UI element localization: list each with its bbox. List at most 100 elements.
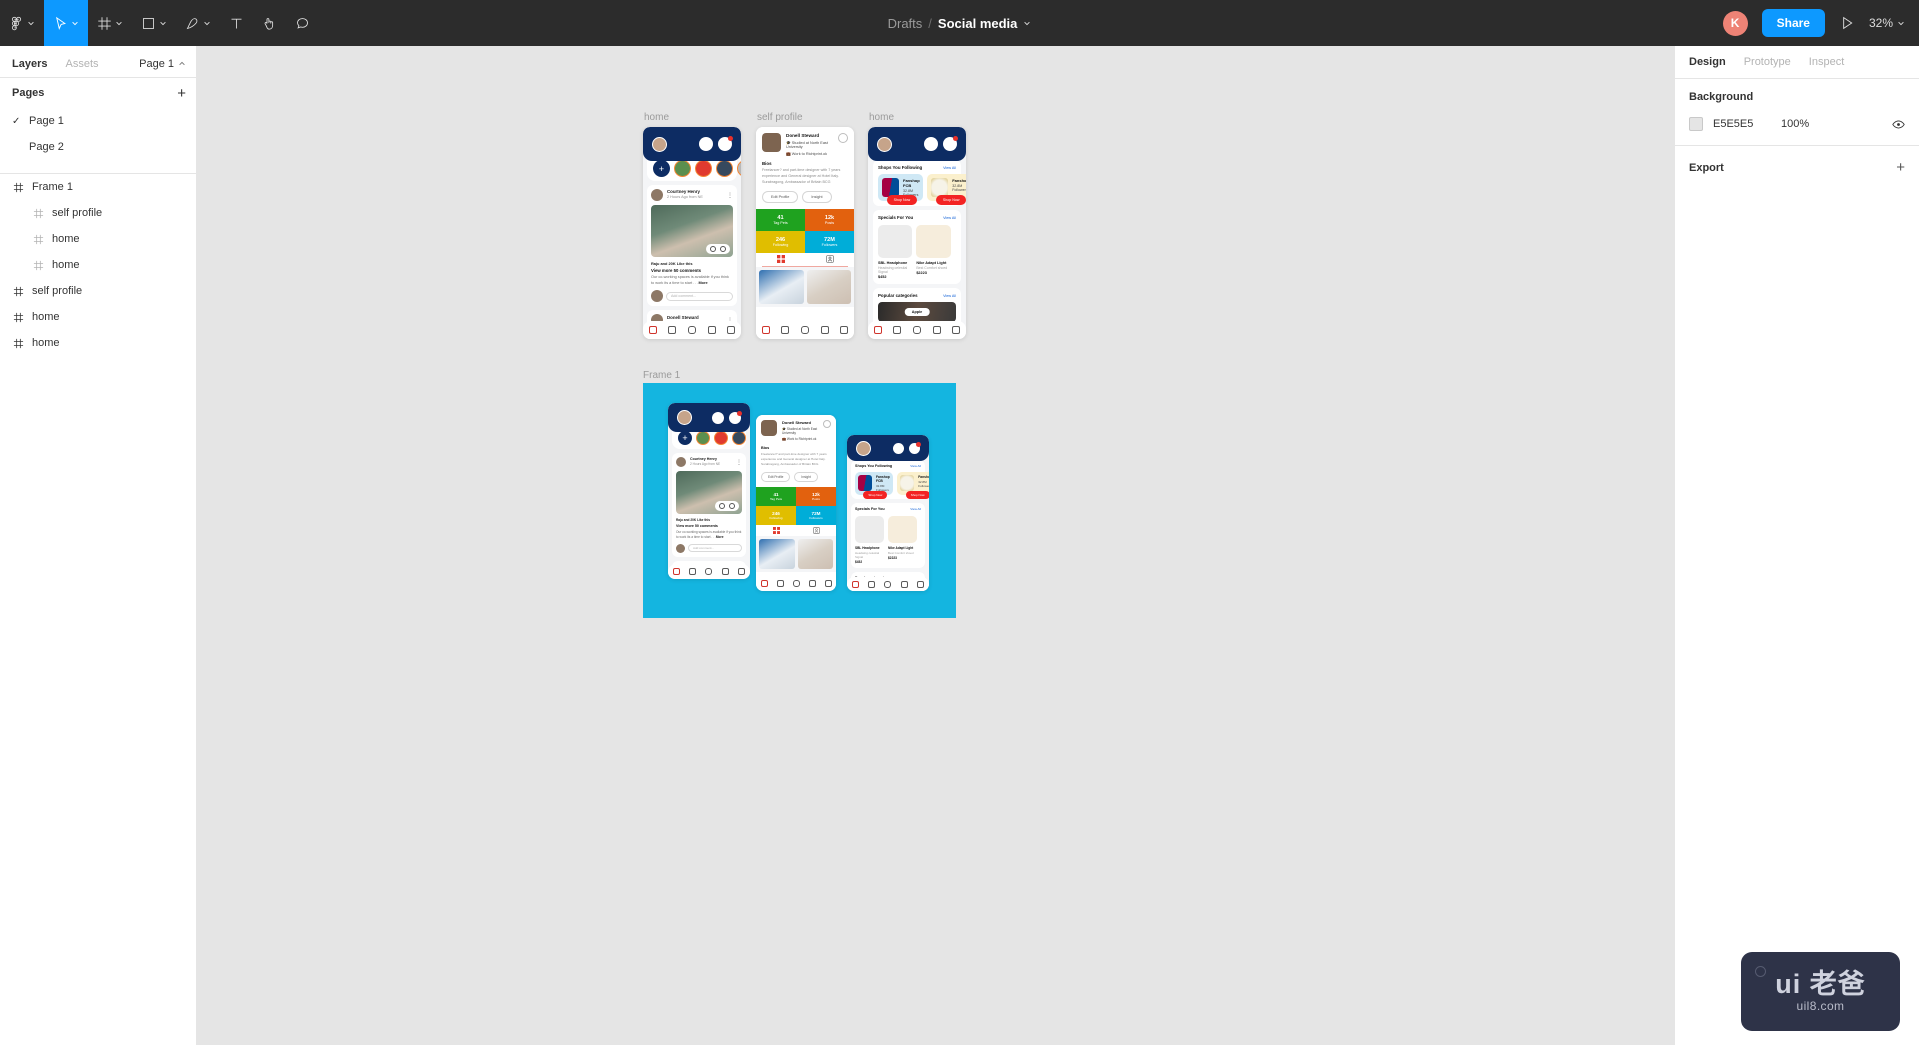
search-icon[interactable] (699, 137, 713, 151)
bell-icon[interactable] (909, 441, 921, 454)
gear-icon[interactable] (838, 133, 848, 143)
product-card-shoe[interactable]: Nike Adapt Light Best Comfort shoed $222… (916, 225, 951, 279)
video-icon[interactable] (781, 326, 790, 334)
shop-now-button[interactable]: Shop Now (905, 491, 929, 499)
user-avatar[interactable] (856, 440, 871, 456)
story-item[interactable] (695, 160, 712, 177)
pen-tool-button[interactable] (176, 0, 220, 46)
tab-grid[interactable] (756, 255, 805, 264)
grid-photo[interactable] (806, 269, 851, 304)
insight-button[interactable]: Insight (794, 471, 818, 482)
plus-icon[interactable] (792, 580, 800, 587)
gear-icon[interactable] (823, 420, 831, 428)
plus-icon[interactable] (687, 326, 696, 334)
grid-photo[interactable] (759, 269, 804, 304)
frame-label-home-2[interactable]: home (869, 112, 894, 123)
video-icon[interactable] (689, 568, 697, 575)
edit-profile-button[interactable]: Edit Profile (762, 190, 799, 203)
home-icon[interactable] (851, 580, 859, 588)
more-options-icon[interactable]: ⋮ (736, 459, 742, 466)
stat-tag-pets[interactable]: 41 Tag Pets (756, 208, 805, 231)
category-banner[interactable]: Apple (878, 302, 956, 322)
bell-icon[interactable] (943, 136, 958, 151)
stat-following[interactable]: 246 Following (756, 230, 805, 253)
message-icon[interactable] (900, 580, 908, 588)
plus-icon[interactable] (912, 326, 921, 334)
home-icon[interactable] (873, 326, 882, 334)
hand-tool-button[interactable] (253, 0, 286, 46)
bag-icon[interactable] (738, 568, 746, 575)
user-avatar[interactable] (652, 136, 667, 152)
stat-posts[interactable]: 12k Posts (805, 208, 854, 231)
shop-now-button[interactable]: Shop Now (886, 195, 918, 205)
video-icon[interactable] (893, 326, 902, 334)
post-caption-more[interactable]: More (716, 535, 724, 539)
message-icon[interactable] (721, 568, 729, 575)
bottom-tabbar[interactable] (668, 564, 750, 579)
plus-icon[interactable] (884, 580, 892, 588)
story-item[interactable] (674, 160, 691, 177)
stat-posts[interactable]: 12k Posts (796, 486, 836, 506)
post-reactions[interactable] (706, 244, 730, 254)
shop-card-fcb[interactable]: Fanshop FCB 32.8M Followers Shop Now (855, 472, 894, 499)
add-comment-row[interactable]: Add comment... (651, 290, 733, 303)
breadcrumb-drafts[interactable]: Drafts (888, 16, 923, 31)
chevron-down-icon[interactable] (1023, 19, 1031, 27)
artboard-home-shop[interactable]: Shops You Following View All Fanshop FCB… (868, 127, 966, 339)
layer-row-self-profile-root[interactable]: self profile (0, 278, 196, 304)
shop-card-fcb[interactable]: Fanshop FCB 32.8M Followers Shop Now (878, 174, 924, 205)
tab-layers[interactable]: Layers (12, 58, 47, 70)
artboard-self-profile[interactable]: Donell Steward 🎓 Studied at North East U… (756, 127, 854, 339)
post-comments-link[interactable]: View more 50 comments (651, 268, 733, 273)
tab-assets[interactable]: Assets (65, 58, 98, 70)
artboard-frame-1[interactable]: + Courtney Henry 2 Hours Ago from NE ⋮ R… (643, 383, 956, 618)
add-comment-row[interactable]: Add comment... (676, 543, 742, 553)
main-menu-button[interactable] (0, 0, 44, 46)
play-triangle-icon[interactable] (1839, 15, 1855, 31)
zoom-control[interactable]: 32% (1869, 16, 1905, 30)
message-icon[interactable] (820, 326, 829, 334)
shop-now-button[interactable]: Shop Now (863, 491, 888, 499)
background-opacity-value[interactable]: 100% (1781, 118, 1882, 130)
stat-followers[interactable]: 72M Followers (805, 230, 854, 253)
category-pill[interactable]: Apple (904, 308, 930, 316)
page-item-2[interactable]: Page 2 (0, 134, 196, 160)
view-all-link[interactable]: View All (910, 507, 921, 511)
post-caption-more[interactable]: More (698, 281, 707, 285)
user-avatar[interactable] (677, 410, 692, 425)
add-story-button[interactable]: + (653, 160, 670, 177)
add-story-button[interactable]: + (678, 431, 692, 445)
bag-icon[interactable] (840, 326, 849, 334)
tab-tagged[interactable] (805, 255, 854, 263)
plus-icon[interactable] (705, 568, 713, 575)
comment-icon[interactable] (729, 503, 735, 509)
story-item[interactable] (737, 160, 741, 177)
video-icon[interactable] (868, 580, 876, 588)
frame1-artboard-shop[interactable]: Shops You Following View All Fanshop FCB… (847, 435, 929, 591)
plus-icon[interactable] (800, 326, 809, 334)
home-icon[interactable] (761, 326, 770, 334)
tab-inspect[interactable]: Inspect (1809, 56, 1844, 68)
shop-card-rm[interactable]: Fanshop 32.8M Followers Shop Now (897, 472, 929, 499)
frame1-artboard-home[interactable]: + Courtney Henry 2 Hours Ago from NE ⋮ R… (668, 403, 750, 579)
frame1-artboard-self-profile[interactable]: Donell Steward 🎓 Studied at North East U… (756, 415, 836, 591)
layer-row-frame-1[interactable]: Frame 1 (0, 174, 196, 200)
message-icon[interactable] (932, 326, 941, 334)
frame-tool-button[interactable] (88, 0, 132, 46)
bag-icon[interactable] (917, 580, 925, 588)
grid-photo[interactable] (759, 538, 795, 569)
edit-profile-button[interactable]: Edit Profile (761, 471, 791, 482)
post-reactions[interactable] (715, 501, 739, 511)
background-hex-value[interactable]: E5E5E5 (1713, 118, 1771, 130)
stat-following[interactable]: 246 Following (756, 505, 796, 525)
tab-grid[interactable] (756, 526, 796, 534)
user-avatar[interactable] (877, 136, 892, 152)
text-tool-button[interactable] (220, 0, 253, 46)
message-icon[interactable] (707, 326, 716, 334)
shop-now-button[interactable]: Shop Now (935, 195, 966, 205)
post-comments-link[interactable]: View more 50 comments (676, 524, 742, 528)
view-all-link[interactable]: View All (943, 294, 956, 298)
heart-icon[interactable] (710, 246, 716, 252)
artboard-home-1[interactable]: + Courtney Henry 2 Hours Ago from NE ⋮ R… (643, 127, 741, 339)
product-card-headphone[interactable]: SBL Headphone Headwing celestial Signal … (855, 516, 885, 564)
